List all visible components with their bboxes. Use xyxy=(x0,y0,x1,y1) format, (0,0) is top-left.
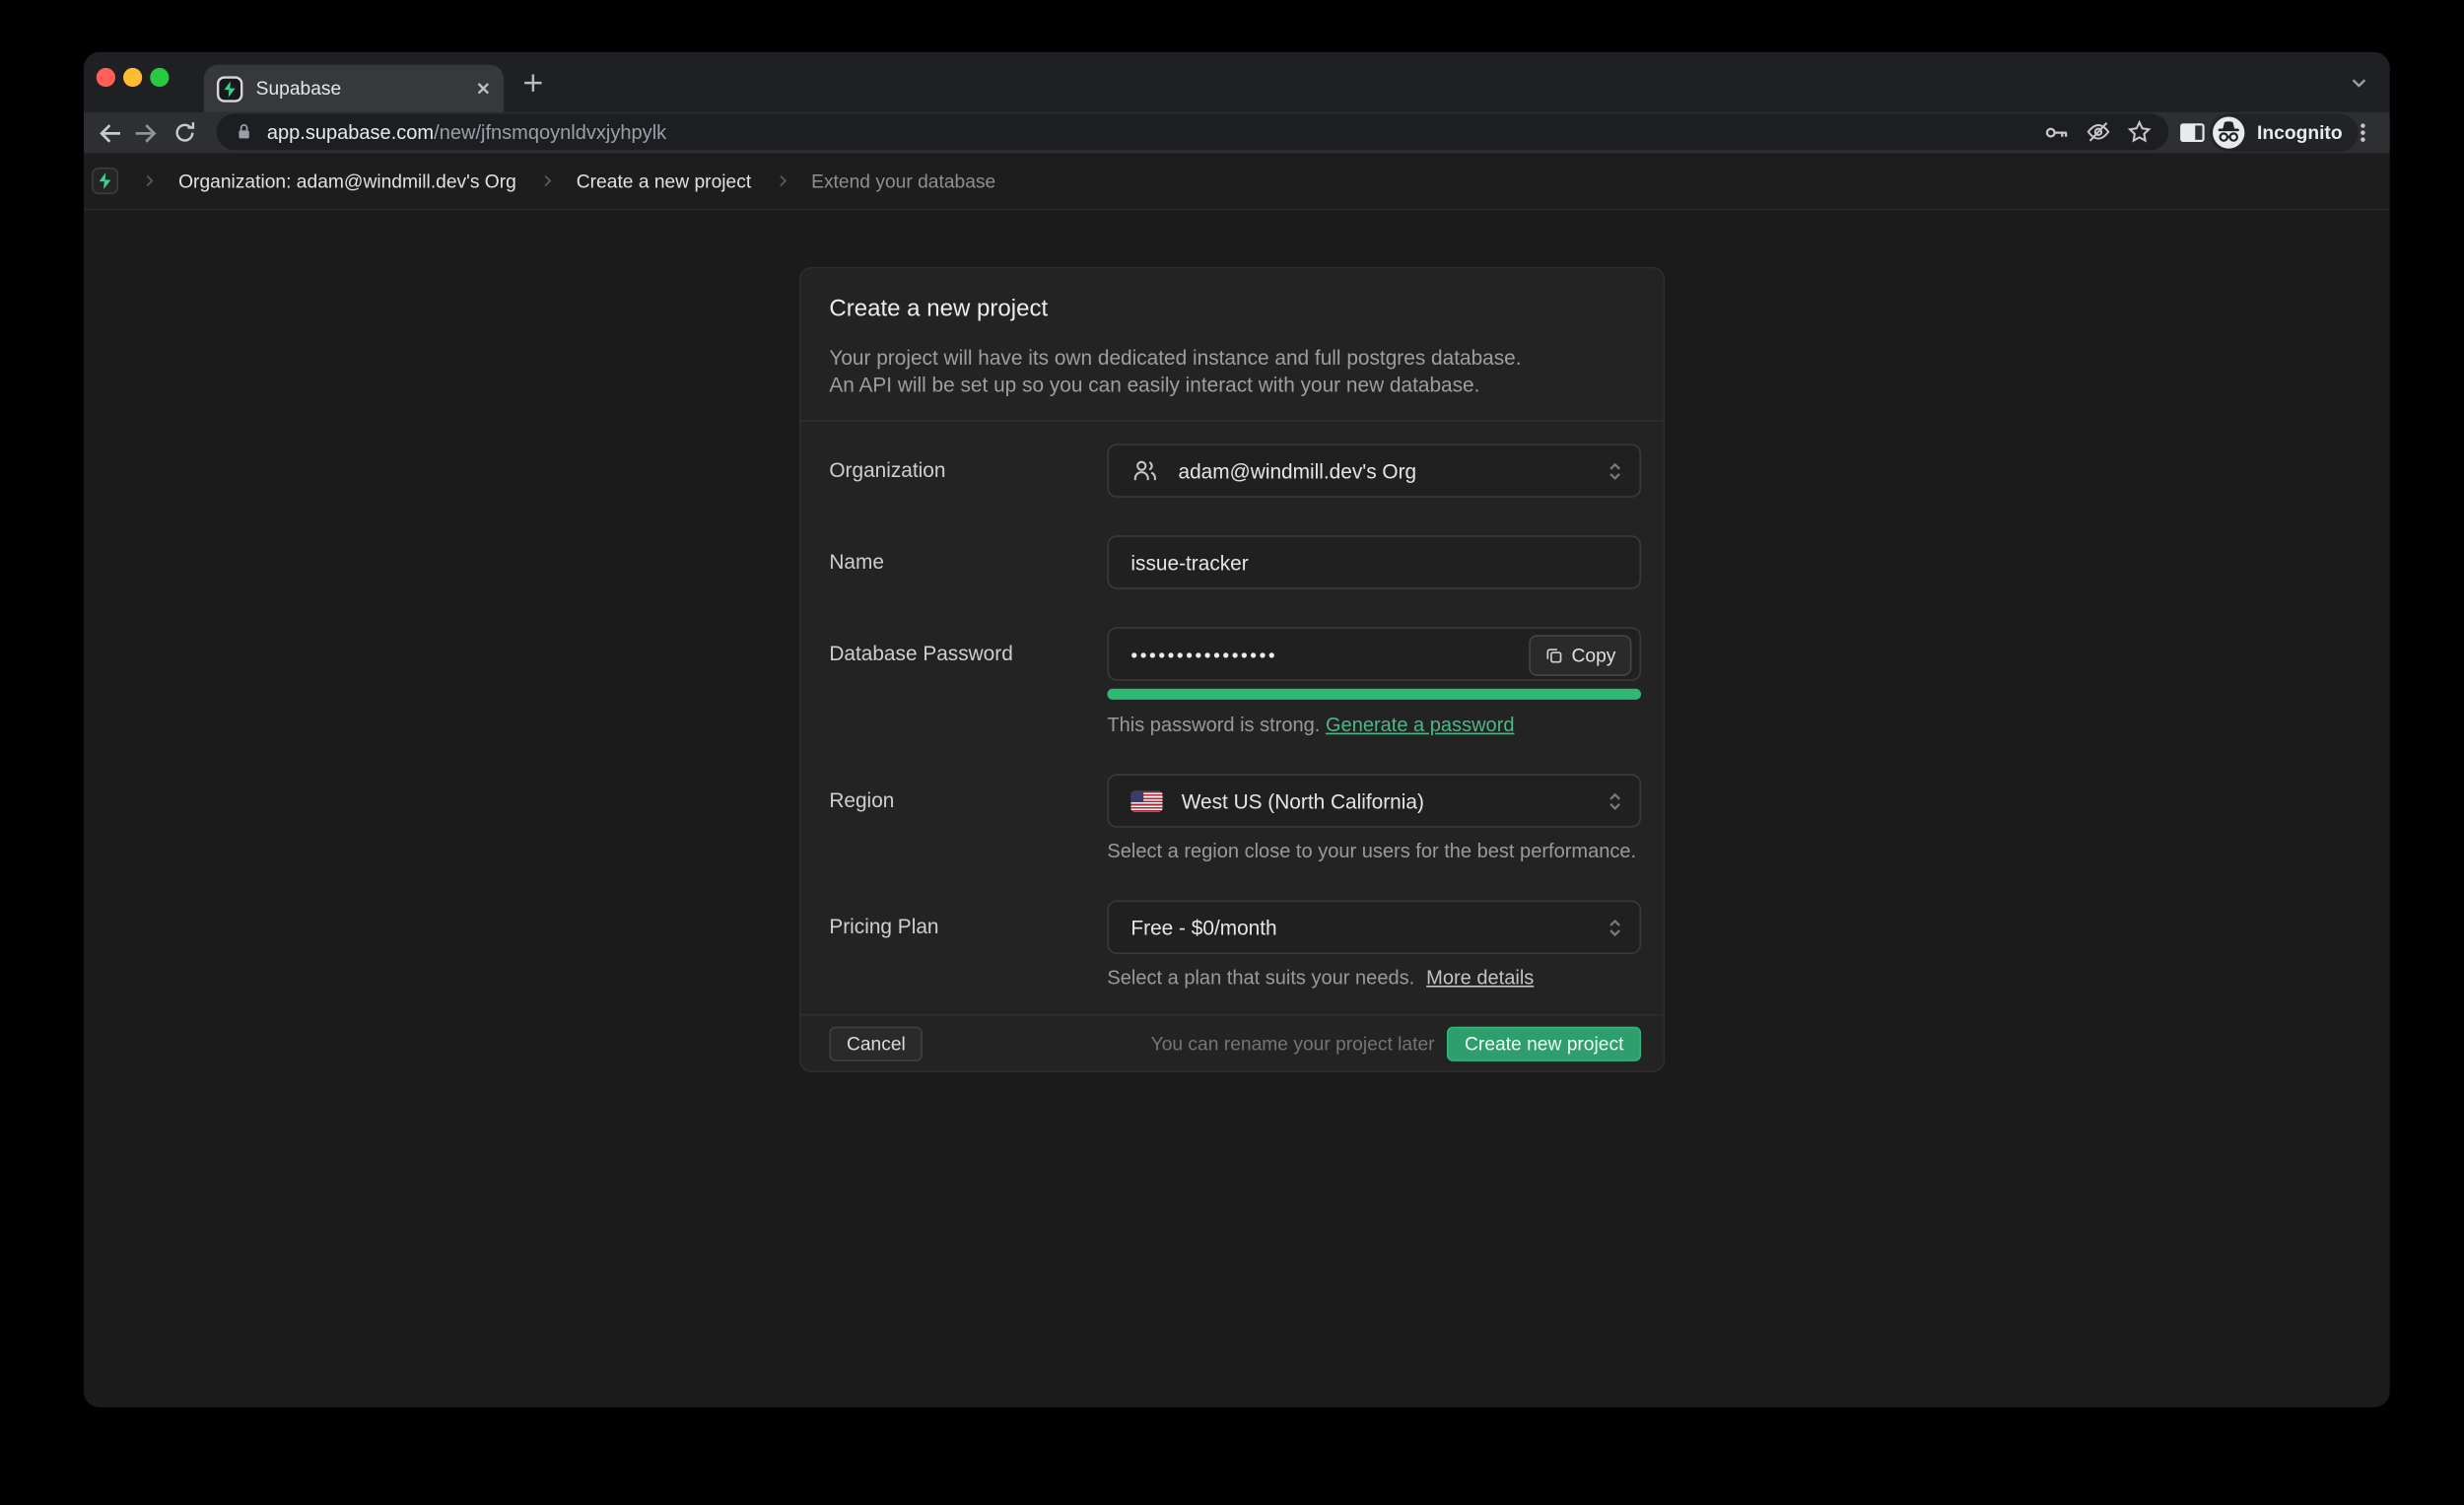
back-button[interactable] xyxy=(90,113,127,151)
region-label: Region xyxy=(829,774,1107,862)
pricing-select[interactable]: Free - $0/month xyxy=(1107,900,1641,953)
description-line-2: An API will be set up so you can easily … xyxy=(829,372,1634,397)
chevron-up-down-icon xyxy=(1604,459,1627,483)
eye-off-icon[interactable] xyxy=(2081,114,2115,149)
window-zoom-button[interactable] xyxy=(150,68,169,87)
more-details-link[interactable]: More details xyxy=(1426,967,1534,989)
forward-button[interactable] xyxy=(126,113,164,151)
region-select[interactable]: West US (North California) xyxy=(1107,774,1641,827)
breadcrumb-chevron-icon xyxy=(538,172,556,190)
browser-menu-kebab-icon[interactable] xyxy=(2344,113,2381,151)
name-row: Name issue-tracker xyxy=(829,535,1641,588)
url-path: /new/jfnsmqoynldvxjyhpylk xyxy=(434,121,666,143)
supabase-logo[interactable] xyxy=(92,168,118,194)
pricing-label: Pricing Plan xyxy=(829,900,1107,989)
reload-button[interactable] xyxy=(166,113,203,151)
copy-label: Copy xyxy=(1572,645,1616,666)
window-minimize-button[interactable] xyxy=(123,68,142,87)
page-title: Create a new project xyxy=(829,294,1634,325)
browser-window: Supabase xyxy=(84,52,2390,1407)
password-input[interactable]: •••••••••••••••• Copy xyxy=(1107,627,1641,680)
lock-icon xyxy=(236,121,253,142)
name-value: issue-tracker xyxy=(1130,550,1248,574)
pricing-helper-text: Select a plan that suits your needs. xyxy=(1107,967,1414,989)
copy-icon xyxy=(1544,646,1563,664)
copy-password-button[interactable]: Copy xyxy=(1529,635,1631,676)
url-text: app.supabase.com/new/jfnsmqoynldvxjyhpyl… xyxy=(267,121,2033,143)
app-header: Organization: adam@windmill.dev's Org Cr… xyxy=(84,153,2390,210)
supabase-favicon-icon xyxy=(217,75,243,102)
rename-note: You can rename your project later xyxy=(1151,1032,1435,1054)
organization-select[interactable]: adam@windmill.dev's Org xyxy=(1107,444,1641,497)
region-row: Region West US (North California) Select… xyxy=(829,774,1641,862)
tab-strip: Supabase xyxy=(84,52,2390,112)
window-close-button[interactable] xyxy=(97,68,115,87)
incognito-badge[interactable]: Incognito xyxy=(2210,113,2359,151)
name-input[interactable]: issue-tracker xyxy=(1107,535,1641,588)
browser-tab[interactable]: Supabase xyxy=(204,65,504,112)
card-description: Your project will have its own dedicated… xyxy=(829,346,1634,398)
organization-row: Organization xyxy=(829,444,1641,497)
breadcrumb-chevron-icon xyxy=(774,172,791,190)
url-bar[interactable]: app.supabase.com/new/jfnsmqoynldvxjyhpyl… xyxy=(217,113,2169,150)
create-new-project-button[interactable]: Create new project xyxy=(1447,1026,1641,1060)
card-body: Organization xyxy=(800,422,1663,1014)
organization-label: Organization xyxy=(829,444,1107,497)
incognito-avatar-icon xyxy=(2212,115,2246,150)
breadcrumb-create-project[interactable]: Create a new project xyxy=(577,170,751,191)
breadcrumb-chevron-icon xyxy=(141,172,159,190)
pricing-row: Pricing Plan Free - $0/month Select a pl… xyxy=(829,900,1641,989)
password-masked-value: •••••••••••••••• xyxy=(1130,642,1277,667)
pricing-helper: Select a plan that suits your needs. Mor… xyxy=(1107,967,1641,989)
password-strength-text: This password is strong. xyxy=(1107,714,1320,735)
organization-value: adam@windmill.dev's Org xyxy=(1179,459,1417,483)
password-row: Database Password •••••••••••••••• xyxy=(829,627,1641,736)
users-icon xyxy=(1130,456,1159,485)
cancel-button[interactable]: Cancel xyxy=(829,1026,923,1060)
password-label: Database Password xyxy=(829,627,1107,736)
password-key-icon[interactable] xyxy=(2039,114,2074,149)
card-footer: Cancel You can rename your project later… xyxy=(800,1014,1663,1071)
chevron-up-down-icon xyxy=(1604,916,1627,939)
us-flag-icon xyxy=(1130,790,1162,811)
chevron-up-down-icon xyxy=(1604,789,1627,813)
region-helper: Select a region close to your users for … xyxy=(1107,841,1641,862)
create-project-card: Create a new project Your project will h… xyxy=(799,267,1665,1072)
generate-password-link[interactable]: Generate a password xyxy=(1326,714,1515,735)
browser-toolbar: app.supabase.com/new/jfnsmqoynldvxjyhpyl… xyxy=(84,112,2390,154)
password-strength-bar xyxy=(1107,689,1641,700)
incognito-label: Incognito xyxy=(2257,121,2343,143)
side-panel-icon[interactable] xyxy=(2173,113,2211,151)
region-value: West US (North California) xyxy=(1182,788,1424,812)
card-header: Create a new project Your project will h… xyxy=(800,268,1663,421)
pricing-value: Free - $0/month xyxy=(1130,916,1276,939)
url-host: app.supabase.com xyxy=(267,121,434,143)
new-tab-button[interactable] xyxy=(513,63,551,101)
desktop: Supabase xyxy=(0,0,2464,1505)
tab-close-icon[interactable] xyxy=(475,81,491,97)
description-line-1: Your project will have its own dedicated… xyxy=(829,346,1634,372)
bookmark-star-icon[interactable] xyxy=(2121,114,2156,149)
breadcrumb-extend-database: Extend your database xyxy=(811,170,995,191)
tab-title: Supabase xyxy=(256,78,476,100)
page-content: Create a new project Your project will h… xyxy=(84,212,2390,1407)
password-helper: This password is strong. Generate a pass… xyxy=(1107,714,1641,735)
name-label: Name xyxy=(829,535,1107,588)
breadcrumb-organization[interactable]: Organization: adam@windmill.dev's Org xyxy=(178,170,516,191)
tab-search-chevron-icon[interactable] xyxy=(2339,63,2376,101)
